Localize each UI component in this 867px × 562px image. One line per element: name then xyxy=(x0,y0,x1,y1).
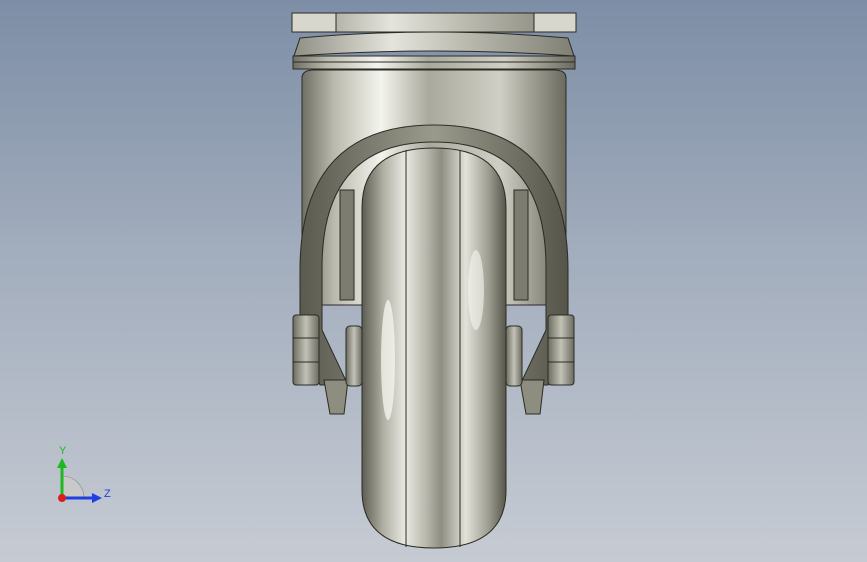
swivel-bearing[interactable] xyxy=(292,31,576,70)
graphics-viewport[interactable]: Y Z xyxy=(0,0,867,562)
triad-x-axis-dot xyxy=(58,494,66,502)
orientation-triad[interactable]: Y Z xyxy=(40,436,130,516)
triad-z-arrow xyxy=(92,493,102,503)
wheel[interactable] xyxy=(361,147,507,549)
top-plate[interactable] xyxy=(291,12,577,33)
triad-y-label: Y xyxy=(59,445,67,457)
axle-nut-right[interactable] xyxy=(547,314,575,386)
caster-wheel-model[interactable] xyxy=(0,0,867,562)
axle-nut-left[interactable] xyxy=(292,314,320,386)
triad-y-arrow xyxy=(57,458,67,468)
triad-z-label: Z xyxy=(104,488,111,500)
axle-spacer-left[interactable] xyxy=(345,325,363,387)
axle-spacer-right[interactable] xyxy=(505,325,523,387)
triad-plane-quadrant xyxy=(61,475,85,499)
